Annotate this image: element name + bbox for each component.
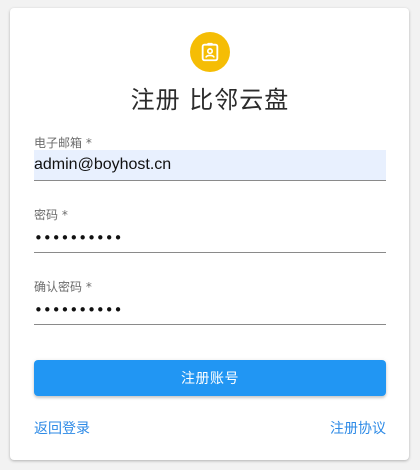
password-field-group: 密码 * ••••••••••	[34, 208, 386, 253]
register-button[interactable]: 注册账号	[34, 360, 386, 396]
email-field-group: 电子邮箱 *	[34, 136, 386, 181]
password-label: 密码 *	[34, 208, 68, 222]
email-label: 电子邮箱 *	[34, 136, 92, 150]
confirm-password-input[interactable]	[34, 294, 386, 325]
password-input[interactable]	[34, 222, 386, 253]
badge-icon	[201, 42, 219, 62]
email-input[interactable]	[34, 150, 386, 181]
terms-link[interactable]: 注册协议	[330, 418, 386, 438]
back-to-login-link[interactable]: 返回登录	[34, 418, 90, 438]
confirm-password-field-group: 确认密码 * ••••••••••	[34, 280, 386, 325]
register-avatar	[190, 32, 230, 72]
page-title: 注册 比邻云盘	[130, 86, 290, 114]
confirm-password-label: 确认密码 *	[34, 280, 92, 294]
